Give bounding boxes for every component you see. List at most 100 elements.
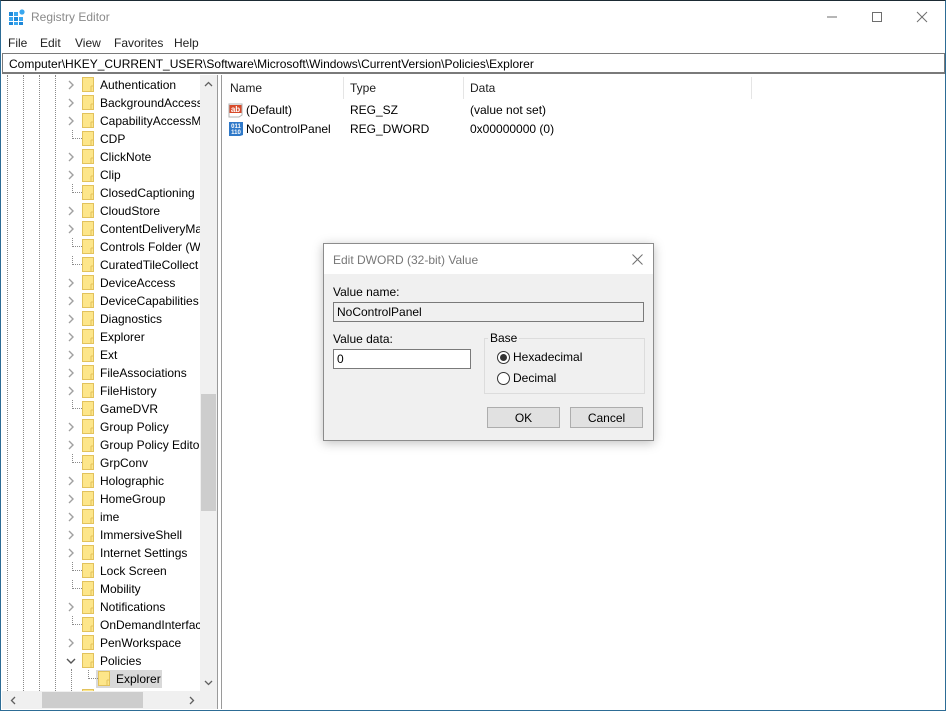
tree-item[interactable]: FileAssociations: [2, 364, 200, 382]
registry-editor-icon: [9, 9, 25, 25]
chevron-right-icon[interactable]: [65, 222, 77, 236]
tree-horizontal-scrollbar[interactable]: [2, 691, 200, 709]
chevron-right-icon[interactable]: [65, 600, 77, 614]
chevron-right-icon[interactable]: [65, 636, 77, 650]
menu-edit[interactable]: Edit: [40, 36, 61, 50]
tree-item[interactable]: CDP: [2, 130, 200, 148]
menu-favorites[interactable]: Favorites: [114, 36, 163, 50]
chevron-right-icon[interactable]: [65, 438, 77, 452]
tree-item[interactable]: ImmersiveShell: [2, 526, 200, 544]
chevron-right-icon[interactable]: [65, 114, 77, 128]
hexadecimal-radio[interactable]: Hexadecimal: [497, 349, 582, 365]
tree-item[interactable]: Policies: [2, 652, 200, 670]
scroll-down-button[interactable]: [200, 674, 217, 691]
tree-item[interactable]: PenWorkspace: [2, 634, 200, 652]
value-data-field[interactable]: [333, 349, 471, 369]
dialog-close-button[interactable]: [627, 249, 647, 269]
tree-item[interactable]: Group Policy Edito: [2, 436, 200, 454]
tree-item[interactable]: GameDVR: [2, 400, 200, 418]
pane-splitter[interactable]: [217, 75, 222, 709]
tree-vertical-scrollbar[interactable]: [200, 75, 217, 691]
column-header-type[interactable]: Type: [343, 75, 463, 97]
scroll-left-button[interactable]: [4, 691, 21, 709]
tree-item[interactable]: GrpConv: [2, 454, 200, 472]
chevron-right-icon[interactable]: [65, 330, 77, 344]
decimal-label: Decimal: [513, 371, 557, 385]
chevron-right-icon[interactable]: [65, 96, 77, 110]
scroll-right-button[interactable]: [183, 691, 200, 709]
tree-item[interactable]: DeviceAccess: [2, 274, 200, 292]
chevron-right-icon[interactable]: [65, 312, 77, 326]
maximize-icon: [872, 12, 882, 22]
chevron-right-icon[interactable]: [65, 510, 77, 524]
tree-item[interactable]: Notifications: [2, 598, 200, 616]
ok-button[interactable]: OK: [487, 407, 560, 428]
tree-item[interactable]: Holographic: [2, 472, 200, 490]
tree-item[interactable]: ime: [2, 508, 200, 526]
tree-item-label: ImmersiveShell: [100, 528, 183, 542]
column-header-data[interactable]: Data: [463, 75, 751, 97]
tree-item[interactable]: CloudStore: [2, 202, 200, 220]
tree-item[interactable]: ClickNote: [2, 148, 200, 166]
close-button[interactable]: [899, 1, 945, 33]
tree-item[interactable]: BackgroundAccess: [2, 94, 203, 112]
column-separator[interactable]: [751, 77, 752, 99]
tree-item[interactable]: ContentDeliveryMa: [2, 220, 202, 238]
chevron-right-icon[interactable]: [65, 492, 77, 506]
tree-item[interactable]: Controls Folder (W: [2, 238, 201, 256]
tree-item[interactable]: Mobility: [2, 580, 200, 598]
chevron-right-icon[interactable]: [65, 294, 77, 308]
chevron-right-icon[interactable]: [65, 348, 77, 362]
menu-view[interactable]: View: [75, 36, 101, 50]
chevron-right-icon[interactable]: [65, 420, 77, 434]
tree-item[interactable]: Group Policy: [2, 418, 200, 436]
menu-help[interactable]: Help: [174, 36, 199, 50]
tree-item[interactable]: Clip: [2, 166, 200, 184]
scrollbar-thumb[interactable]: [42, 692, 143, 708]
chevron-right-icon[interactable]: [65, 204, 77, 218]
chevron-right-icon[interactable]: [65, 78, 77, 92]
chevron-right-icon[interactable]: [65, 276, 77, 290]
chevron-up-icon: [204, 81, 213, 86]
cancel-button[interactable]: Cancel: [570, 407, 643, 428]
decimal-radio[interactable]: Decimal: [497, 370, 556, 386]
chevron-right-icon[interactable]: [65, 168, 77, 182]
address-bar[interactable]: Computer\HKEY_CURRENT_USER\Software\Micr…: [2, 53, 945, 74]
chevron-right-icon[interactable]: [65, 528, 77, 542]
chevron-down-icon[interactable]: [65, 654, 77, 668]
tree-item[interactable]: Diagnostics: [2, 310, 200, 328]
key-tree: Authentication BackgroundAccess Capability…: [2, 75, 217, 709]
tree-item-selected[interactable]: Explorer: [2, 670, 200, 688]
tree-item[interactable]: ClosedCaptioning: [2, 184, 200, 202]
column-header-name[interactable]: Name: [223, 75, 343, 97]
tree-item[interactable]: FileHistory: [2, 382, 200, 400]
tree-item-label: OnDemandInterfac: [100, 618, 202, 632]
maximize-button[interactable]: [854, 1, 900, 33]
chevron-right-icon[interactable]: [65, 366, 77, 380]
tree-item[interactable]: CapabilityAccessM: [2, 112, 201, 130]
scrollbar-thumb[interactable]: [201, 394, 216, 511]
chevron-right-icon[interactable]: [65, 546, 77, 560]
folder-icon: [82, 509, 95, 524]
list-item[interactable]: 011 110 NoControlPanel REG_DWORD 0x00000…: [223, 119, 923, 138]
tree-item[interactable]: OnDemandInterfac: [2, 616, 202, 634]
tree-item-label: DeviceCapabilities: [100, 294, 199, 308]
scroll-up-button[interactable]: [200, 75, 217, 92]
value-name-field[interactable]: [333, 302, 644, 322]
tree-item[interactable]: Explorer: [2, 328, 200, 346]
folder-icon: [82, 419, 95, 434]
chevron-right-icon[interactable]: [65, 384, 77, 398]
chevron-right-icon[interactable]: [65, 150, 77, 164]
radio-selected-icon: [497, 350, 510, 364]
tree-item[interactable]: Authentication: [2, 76, 200, 94]
minimize-button[interactable]: [809, 1, 855, 33]
tree-item[interactable]: Ext: [2, 346, 200, 364]
list-item[interactable]: ab (Default) REG_SZ (value not set): [223, 100, 923, 119]
menu-file[interactable]: File: [8, 36, 27, 50]
tree-item[interactable]: DeviceCapabilities: [2, 292, 200, 310]
tree-item[interactable]: Internet Settings: [2, 544, 200, 562]
tree-item[interactable]: CuratedTileCollect: [2, 256, 200, 274]
tree-item[interactable]: Lock Screen: [2, 562, 200, 580]
tree-item[interactable]: HomeGroup: [2, 490, 200, 508]
chevron-right-icon[interactable]: [65, 474, 77, 488]
